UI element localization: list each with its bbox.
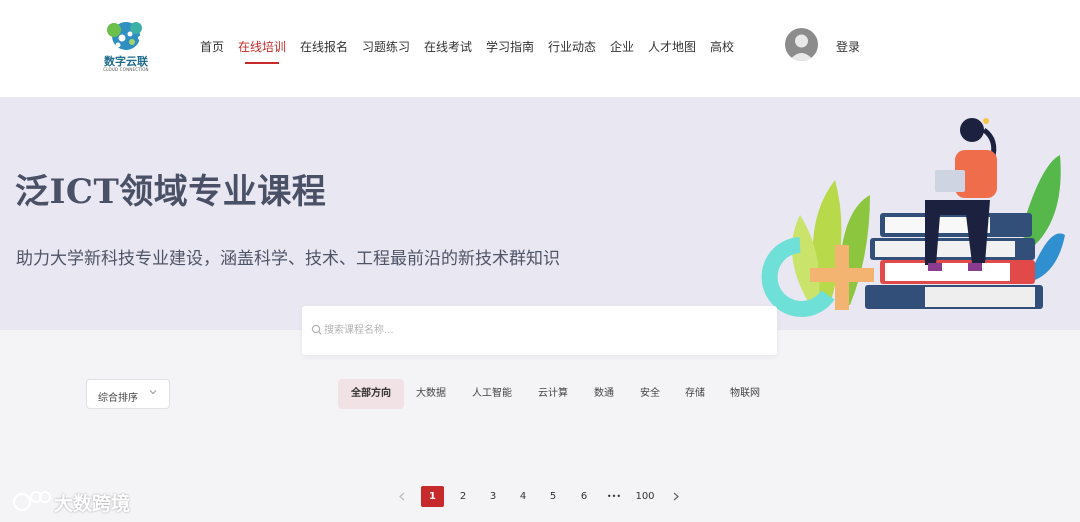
pagination-page-2[interactable]: 2 [453,486,473,507]
nav-item-talent-map[interactable]: 人才地图 [648,38,696,55]
pagination-page-3[interactable]: 3 [483,486,503,507]
watermark-text: 大数跨境 [54,493,131,515]
search-input[interactable] [324,320,764,340]
pagination-page-4[interactable]: 4 [513,486,533,507]
pagination-page-100[interactable]: 100 [632,486,658,507]
pagination-ellipsis[interactable]: ••• [604,486,624,507]
filter-security[interactable]: 安全 [640,379,660,409]
login-link[interactable]: 登录 [836,38,860,55]
filter-ai[interactable]: 人工智能 [472,379,512,409]
nav-item-enterprise[interactable]: 企业 [610,38,634,55]
nav-item-online-registration[interactable]: 在线报名 [300,38,348,55]
pagination-page-5[interactable]: 5 [543,486,563,507]
nav-item-online-exam[interactable]: 在线考试 [424,38,472,55]
sort-dropdown[interactable]: 综合排序 [86,379,170,409]
filter-cloud-computing[interactable]: 云计算 [538,379,568,409]
pagination-next-icon[interactable] [669,486,683,507]
pagination-page-1[interactable]: 1 [421,486,444,507]
nav-item-universities[interactable]: 高校 [710,38,734,55]
nav-item-industry-news[interactable]: 行业动态 [548,38,596,55]
filter-storage[interactable]: 存储 [685,379,705,409]
filter-big-data[interactable]: 大数据 [416,379,446,409]
pagination-prev-icon[interactable] [395,486,409,507]
filter-all[interactable]: 全部方向 [338,379,404,409]
student-reading-illustration [761,118,1065,317]
filter-iot[interactable]: 物联网 [730,379,760,409]
logo-subtext: CLOUD CONNECTION [103,67,149,72]
nav-item-home[interactable]: 首页 [200,38,224,55]
nav-item-exercises[interactable]: 习题练习 [362,38,410,55]
nav-active-indicator [245,62,279,64]
filter-datacom[interactable]: 数通 [594,379,614,409]
pagination-page-6[interactable]: 6 [574,486,594,507]
user-icon [789,34,814,61]
nav-item-online-training[interactable]: 在线培训 [238,38,286,55]
search-icon [311,324,322,335]
hero-title: 泛ICT领域专业课程 [15,172,327,212]
top-header: 数字云联 CLOUD CONNECTION 首页 在线培训 在线报名 习题练习 … [0,0,1080,97]
sort-selected-label: 综合排序 [98,393,138,404]
hero-subtitle: 助力大学新科技专业建设，涵盖科学、技术、工程最前沿的新技术群知识 [16,249,560,269]
course-search-box[interactable] [302,306,777,355]
avatar[interactable] [785,28,818,61]
chevron-down-icon [149,390,157,395]
nav-item-study-guide[interactable]: 学习指南 [486,38,534,55]
